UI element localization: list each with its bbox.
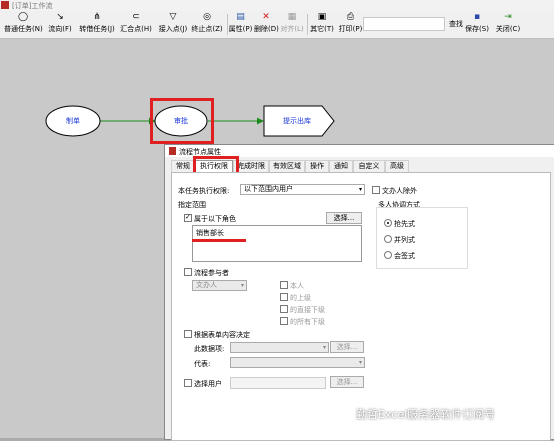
participant-select[interactable]: 文办人 ▾ — [192, 280, 247, 291]
close-button[interactable]: ⇥ 关闭(C) — [495, 11, 521, 38]
tab-valid-area[interactable]: 有效区域 — [269, 160, 305, 172]
window-title: [订单]工作流 — [12, 2, 53, 10]
chevron-down-icon: ▾ — [358, 359, 362, 366]
select-user-button[interactable]: 选择... — [330, 376, 364, 388]
transfer-task-button[interactable]: ⋔ 转借任务(J) — [78, 11, 116, 38]
delete-icon: ✕ — [262, 12, 270, 22]
roles-textarea[interactable]: 销售部长 — [192, 225, 362, 262]
wechat-icon — [334, 406, 354, 424]
all-sub-label: 的所有下级 — [290, 318, 325, 326]
properties-icon: ▤ — [236, 12, 245, 22]
tab-operation[interactable]: 操作 — [305, 160, 329, 172]
join-icon: ⊂ — [132, 12, 140, 22]
self-label: 本人 — [290, 282, 304, 290]
form-content-label: 根据表单内容决定 — [194, 331, 250, 339]
print-icon: ⎙ — [346, 12, 355, 22]
connector-icon: ↘ — [56, 12, 64, 22]
represent-label: 代表: — [194, 360, 211, 368]
stop-icon: ◎ — [203, 12, 211, 22]
node-properties-dialog: 流程节点属性 常规 执行权限 完成时限 有效区域 操作 通知 自定义 高级 本任… — [164, 144, 554, 441]
print-button[interactable]: ⎙ 打印(P) — [337, 11, 364, 38]
role-value: 销售部长 — [196, 229, 224, 237]
node-create-order[interactable]: 制单 — [50, 114, 96, 128]
direct-sub-label: 的直接下级 — [290, 306, 325, 314]
data-item-label: 此数据项: — [194, 345, 225, 353]
self-checkbox[interactable] — [280, 281, 288, 289]
preempt-radio[interactable] — [384, 219, 392, 227]
toolbar: ◯ 普通任务(N) ↘ 流向(F) ⋔ 转借任务(J) ⊂ 汇合点(H) ▽ 接… — [0, 11, 554, 39]
split-icon: ⋔ — [93, 12, 101, 22]
except-doer-checkbox[interactable] — [372, 186, 380, 194]
tab-general[interactable]: 常规 — [171, 160, 195, 172]
parallel-radio[interactable] — [384, 235, 392, 243]
select-user-checkbox[interactable] — [184, 379, 192, 387]
normal-task-button[interactable]: ◯ 普通任务(N) — [4, 11, 43, 38]
align-icon: ▦ — [287, 12, 297, 22]
highlight-box — [150, 98, 214, 144]
belong-role-checkbox[interactable] — [184, 213, 192, 222]
parallel-label: 并列式 — [394, 236, 415, 244]
represent-select[interactable]: ▾ — [230, 357, 365, 368]
flow-participant-checkbox[interactable] — [184, 268, 192, 276]
save-icon: ▪ — [473, 12, 481, 22]
title-bar: [订单]工作流 — [0, 0, 554, 11]
all-sub-checkbox[interactable] — [280, 317, 288, 325]
chevron-down-icon: ▾ — [358, 186, 362, 193]
workflow-window: [订单]工作流 ◯ 普通任务(N) ↘ 流向(F) ⋔ 转借任务(J) ⊂ 汇合… — [0, 0, 554, 441]
clipboard-icon: ▣ — [317, 12, 327, 22]
select-role-button[interactable]: 选择... — [326, 212, 362, 224]
specify-scope-label: 指定范围 — [178, 201, 206, 209]
chevron-down-icon: ▾ — [240, 282, 244, 289]
entry-point-button[interactable]: ▽ 接入点(J) — [157, 11, 189, 38]
underline-highlight — [192, 239, 246, 242]
tab-notify[interactable]: 通知 — [329, 160, 353, 172]
down-triangle-icon: ▽ — [169, 12, 177, 22]
countersign-radio[interactable] — [384, 251, 392, 259]
form-content-checkbox[interactable] — [184, 330, 192, 338]
exec-permission-panel: 本任务执行权限: 以下范围内用户▾ 文办人除外 指定范围 属于以下角色 选择..… — [171, 172, 551, 441]
chevron-down-icon: ▾ — [322, 344, 326, 351]
node-notify-shipment[interactable]: 提示出库 — [266, 114, 328, 128]
superior-checkbox[interactable] — [280, 293, 288, 301]
superior-label: 的上级 — [290, 294, 311, 302]
exec-scope-label: 本任务执行权限: — [178, 187, 230, 195]
join-point-button[interactable]: ⊂ 汇合点(H) — [120, 11, 152, 38]
properties-button[interactable]: ▤ 属性(P) — [227, 11, 254, 38]
ellipse-icon: ◯ — [17, 12, 29, 22]
except-doer-label: 文办人除外 — [382, 187, 417, 195]
select-user-label: 选择用户 — [194, 380, 222, 388]
delete-button[interactable]: ✕ 删除(D) — [254, 11, 279, 38]
tab-advanced[interactable]: 高级 — [385, 160, 409, 172]
app-icon — [1, 1, 9, 9]
exit-icon: ⇥ — [504, 12, 512, 22]
flow-participant-label: 流程参与者 — [194, 269, 229, 277]
select-data-item-button[interactable]: 选择... — [330, 341, 364, 353]
exec-scope-select[interactable]: 以下范围内用户 ▾ — [240, 184, 365, 195]
app-icon — [169, 147, 176, 155]
direct-sub-checkbox[interactable] — [280, 305, 288, 313]
search-button[interactable]: 查找 — [449, 19, 463, 29]
watermark-text: 勤哲Excel服务器软件订阅号 — [356, 408, 496, 421]
data-item-select[interactable]: ▾ — [230, 342, 329, 353]
flow-button[interactable]: ↘ 流向(F) — [46, 11, 74, 38]
countersign-label: 会签式 — [394, 252, 415, 260]
align-button[interactable]: ▦ 对齐(L) — [280, 11, 304, 38]
save-button[interactable]: ▪ 保存(S) — [465, 11, 489, 38]
toolbar-separator — [307, 14, 308, 35]
belong-role-label: 属于以下角色 — [194, 215, 236, 223]
search-input[interactable] — [363, 17, 445, 31]
user-input[interactable] — [230, 377, 326, 389]
other-button[interactable]: ▣ 其它(T) — [309, 11, 335, 38]
preempt-label: 抢先式 — [394, 220, 415, 228]
tab-custom[interactable]: 自定义 — [353, 160, 385, 172]
end-point-button[interactable]: ◎ 终止点(Z) — [191, 11, 223, 38]
